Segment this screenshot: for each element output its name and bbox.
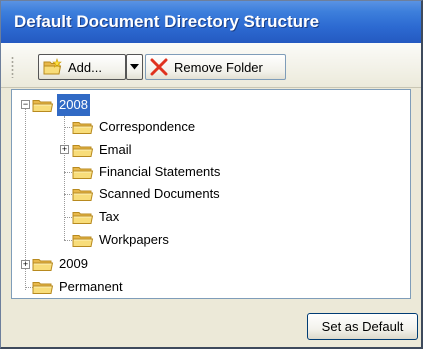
folder-icon — [72, 186, 94, 202]
tree-item-label: Email — [99, 142, 132, 157]
folder-tree[interactable]: − + + 2008 Correspondence Email Financia… — [11, 89, 411, 299]
tree-item-permanent[interactable]: Permanent — [32, 276, 125, 298]
tree-item-label: Correspondence — [99, 119, 196, 134]
folder-icon — [32, 97, 54, 113]
tree-item-2009[interactable]: 2009 — [32, 253, 90, 275]
add-button[interactable]: Add... — [38, 54, 126, 80]
remove-folder-label: Remove Folder — [174, 59, 263, 75]
tree-item-label: 2009 — [59, 256, 88, 271]
tree-item-correspondence[interactable]: Correspondence — [72, 116, 197, 138]
tree-line — [64, 116, 65, 240]
title-bar: Default Document Directory Structure — [1, 1, 421, 43]
collapse-toggle-2008[interactable]: − — [21, 100, 30, 109]
toolbar: Add... Remove Folder — [1, 43, 421, 88]
tree-item-label: Financial Statements — [99, 164, 221, 179]
folder-icon — [72, 119, 94, 135]
folder-icon — [72, 209, 94, 225]
toolbar-grip[interactable] — [11, 56, 14, 78]
folder-icon — [72, 232, 94, 248]
set-as-default-button[interactable]: Set as Default — [307, 313, 418, 340]
red-x-icon — [150, 58, 168, 76]
folder-icon — [72, 164, 94, 180]
folder-icon — [32, 256, 54, 272]
dialog-window: Default Document Directory Structure Add… — [0, 0, 423, 349]
tree-item-label: Scanned Documents — [99, 186, 220, 201]
folder-icon — [72, 142, 94, 158]
tree-item-label: Permanent — [59, 279, 123, 294]
tree-item-label: Workpapers — [99, 232, 169, 247]
tree-item-tax[interactable]: Tax — [72, 206, 121, 228]
chevron-down-icon — [130, 64, 139, 70]
folder-icon — [32, 279, 54, 295]
tree-item-label: Tax — [99, 209, 120, 224]
expand-toggle-2009[interactable]: + — [21, 260, 30, 269]
new-folder-icon — [43, 58, 62, 75]
remove-folder-button[interactable]: Remove Folder — [145, 54, 286, 80]
add-dropdown-button[interactable] — [126, 54, 143, 80]
window-title: Default Document Directory Structure — [14, 12, 320, 31]
tree-item-financial-statements[interactable]: Financial Statements — [72, 161, 222, 183]
tree-item-scanned-documents[interactable]: Scanned Documents — [72, 183, 222, 205]
tree-item-2008[interactable]: 2008 — [32, 94, 90, 116]
tree-item-workpapers[interactable]: Workpapers — [72, 229, 171, 251]
tree-item-label: 2008 — [57, 94, 90, 116]
dialog-footer: Set as Default — [1, 301, 421, 347]
tree-item-email[interactable]: Email — [72, 139, 134, 161]
add-button-label: Add... — [68, 59, 102, 75]
expand-toggle-email[interactable]: + — [60, 145, 69, 154]
